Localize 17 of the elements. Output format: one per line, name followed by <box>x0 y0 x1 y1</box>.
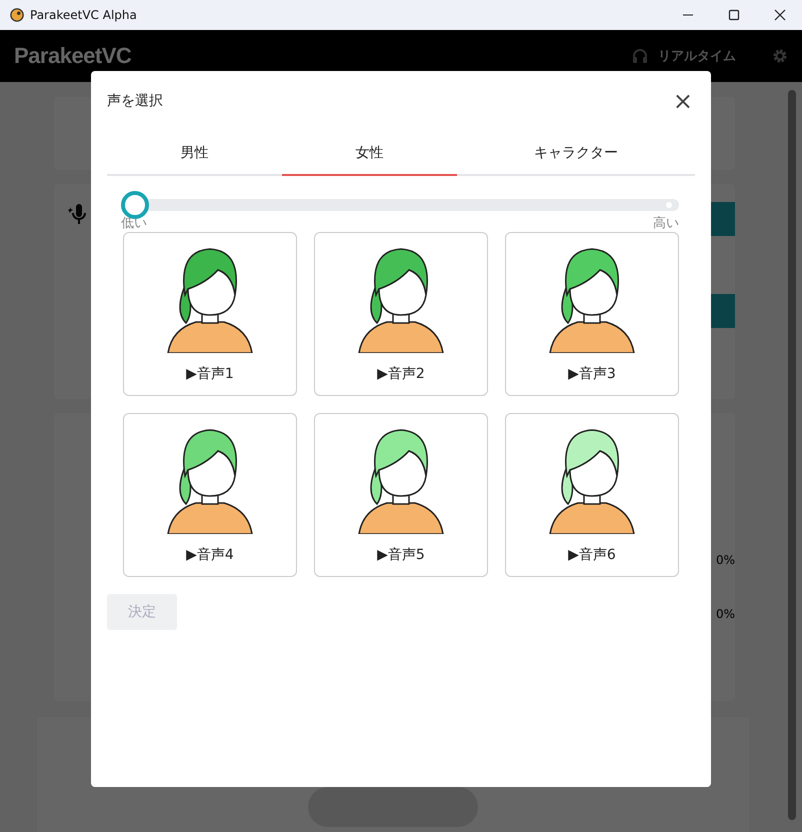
voice-card[interactable]: ▶音声3 <box>505 232 679 396</box>
percent-reading: 0% <box>714 607 735 621</box>
close-button[interactable]: × <box>670 89 695 113</box>
tab[interactable]: キャラクター <box>457 131 695 176</box>
app-logo: ParakeetVC <box>14 43 132 69</box>
voice-card[interactable]: ▶音声2 <box>314 232 488 396</box>
tab[interactable]: 男性 <box>107 131 282 176</box>
tab[interactable]: 女性 <box>282 131 457 176</box>
voice-card[interactable]: ▶音声5 <box>314 413 488 577</box>
dialog-title: 声を選択 <box>107 92 163 110</box>
voice-card[interactable]: ▶音声6 <box>505 413 679 577</box>
voice-card[interactable]: ▶音声1 <box>123 232 297 396</box>
slider-min-label: 低い <box>121 216 147 232</box>
voice-card[interactable]: ▶音声4 <box>123 413 297 577</box>
percent-reading: 0% <box>714 553 735 567</box>
slider-max-label: 高い <box>653 216 679 232</box>
window-title: ParakeetVC Alpha <box>30 8 137 22</box>
